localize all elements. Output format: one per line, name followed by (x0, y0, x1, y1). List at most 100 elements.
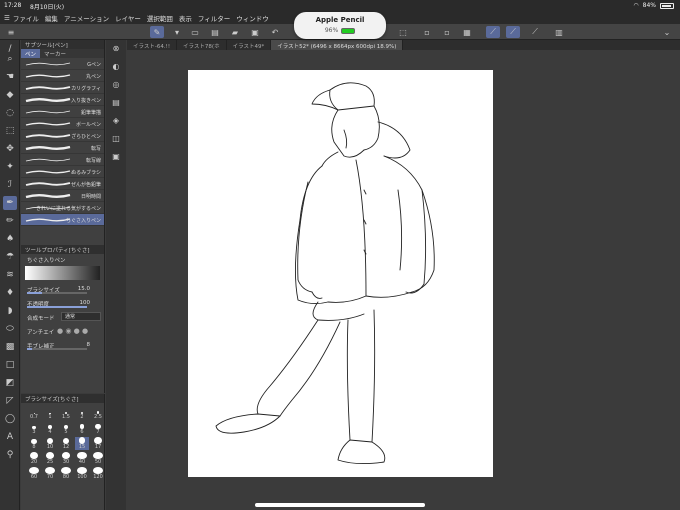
decoration-icon[interactable]: ≋ (3, 268, 17, 282)
grid-icon[interactable]: ▦ (460, 26, 474, 38)
airbrush-icon[interactable]: ☂ (3, 250, 17, 264)
size-preset[interactable]: 30 (59, 452, 73, 465)
brush-size-slider[interactable] (27, 292, 87, 294)
brush-size-row[interactable]: ブラシサイズ 15.0 (21, 282, 104, 296)
ruler-tool-icon[interactable]: ◸ (3, 394, 17, 408)
color-wheel-icon[interactable]: ◎ (110, 78, 122, 90)
stabilization-row[interactable]: 手ブレ補正 8 (21, 338, 104, 352)
zoom-icon[interactable]: ⌕ (3, 52, 17, 66)
size-preset[interactable]: 25 (43, 452, 57, 465)
size-preset[interactable]: 60 (27, 467, 41, 480)
menu-selection[interactable]: 選択範囲 (144, 13, 176, 23)
menu-layer[interactable]: レイヤー (112, 13, 144, 23)
select-icon[interactable]: ⬚ (3, 124, 17, 138)
brush-item[interactable]: ぜんが色鉛筆 (21, 178, 104, 190)
doc-tab[interactable]: イラスト78(ホ (177, 40, 227, 50)
size-preset[interactable]: 10 (43, 437, 57, 450)
eraser-top-icon[interactable]: ◆ (3, 88, 17, 102)
size-preset[interactable]: 2.5 (91, 407, 105, 420)
stabilization-value[interactable]: 8 (87, 342, 91, 348)
ruler-icon[interactable]: ⟋ (528, 26, 542, 38)
folder-icon[interactable]: ▰ (228, 26, 242, 38)
size-preset[interactable]: 5 (59, 422, 73, 435)
collapse-icon[interactable]: ⌄ (660, 26, 674, 38)
hand-icon[interactable]: ☚ (3, 70, 17, 84)
brush-item[interactable]: 丸ペン (21, 70, 104, 82)
menu-animation[interactable]: アニメーション (61, 13, 112, 23)
stack-icon[interactable]: ◫ (110, 132, 122, 144)
layer-icon[interactable]: ▥ (552, 26, 566, 38)
move-icon[interactable]: ✥ (3, 142, 17, 156)
size-preset[interactable]: 1.5 (59, 407, 73, 420)
menu-view[interactable]: 表示 (176, 13, 195, 23)
brush-item[interactable]: ボールペン (21, 118, 104, 130)
figure-icon[interactable]: □ (3, 358, 17, 372)
size-preset[interactable]: 120 (91, 467, 105, 480)
hamburger-icon[interactable]: ≡ (4, 26, 18, 38)
blend-dropdown[interactable]: 通常 (61, 312, 101, 321)
opacity-slider[interactable] (27, 306, 87, 308)
ruler-snap-icon[interactable]: ⟋ (486, 26, 500, 38)
new-file-icon[interactable]: ▭ (188, 26, 202, 38)
antialias-row[interactable]: アンチエイ ● ◉ ● ● (21, 324, 104, 338)
stabilization-slider[interactable] (27, 348, 87, 350)
drawing-canvas[interactable] (188, 70, 493, 477)
opacity-row[interactable]: 不透明度 100 (21, 296, 104, 310)
size-preset[interactable]: 40 (75, 452, 89, 465)
doc-tab[interactable]: イラスト-64.!! (127, 40, 178, 50)
brush-item[interactable]: きれいに塗れる気がするペン (21, 202, 104, 214)
pencil-icon[interactable]: ✏ (3, 214, 17, 228)
menu-edit[interactable]: 編集 (42, 13, 61, 23)
size-preset[interactable]: 50 (91, 452, 105, 465)
size-preset[interactable]: 80 (59, 467, 73, 480)
balloon-icon[interactable]: ◯ (3, 412, 17, 426)
undo-icon[interactable]: ↶ (268, 26, 282, 38)
size-preset[interactable]: 17 (91, 437, 105, 450)
antialias-options-icon[interactable]: ● ◉ ● ● (57, 327, 88, 335)
menu-file[interactable]: ファイル (10, 13, 42, 23)
gradient-icon[interactable]: ▩ (3, 340, 17, 354)
frame-icon[interactable]: ◩ (3, 376, 17, 390)
lasso-icon[interactable]: ◌ (3, 106, 17, 120)
fill-bucket-icon[interactable]: ◗ (3, 304, 17, 318)
layer-property-icon[interactable]: ◈ (110, 114, 122, 126)
brush-item[interactable]: ちぐさ入りペン (21, 214, 104, 226)
size-preset[interactable]: 15 (75, 437, 89, 450)
transform-icon[interactable]: ⬚ (396, 26, 410, 38)
size-preset[interactable]: 100 (75, 467, 89, 480)
tab-marker[interactable]: マーカー (40, 49, 70, 58)
menu-filter[interactable]: フィルター (195, 13, 233, 23)
pen-mode-button[interactable]: ✎ (150, 26, 164, 38)
eraser-icon[interactable]: ⬭ (3, 322, 17, 336)
brush-item[interactable]: 転写線 (21, 154, 104, 166)
clear-icon[interactable]: ▫ (420, 26, 434, 38)
pen-icon[interactable]: ✒ (3, 196, 17, 210)
size-preset[interactable]: 3 (27, 422, 41, 435)
size-preset[interactable]: 6 (75, 422, 89, 435)
fill-icon[interactable]: ▫ (440, 26, 454, 38)
size-preset[interactable]: 20 (27, 452, 41, 465)
home-indicator[interactable] (255, 503, 425, 507)
size-preset[interactable]: 0.7 (27, 407, 41, 420)
blend-icon[interactable]: ♦ (3, 286, 17, 300)
size-preset[interactable]: 12 (59, 437, 73, 450)
correct-line-icon[interactable]: ⚲ (3, 448, 17, 462)
doc-tab-active[interactable]: イラスト52* (6496 x 8664px 600dpi 18.9%) (271, 40, 404, 50)
brush-item[interactable]: 入り抜きペン (21, 94, 104, 106)
brush-item[interactable]: ぬるみブラシ (21, 166, 104, 178)
brush-item[interactable]: 日明時間 (21, 190, 104, 202)
magic-wand-icon[interactable]: ✦ (3, 160, 17, 174)
eyedropper-icon[interactable]: ℐ (3, 178, 17, 192)
blend-row[interactable]: 合成モード 通常 (21, 310, 104, 324)
size-preset[interactable]: 2 (75, 407, 89, 420)
open-file-icon[interactable]: ▤ (208, 26, 222, 38)
brush-item[interactable]: 転写 (21, 142, 104, 154)
size-preset[interactable]: 1 (43, 407, 57, 420)
size-preset[interactable]: 7 (91, 422, 105, 435)
material-icon[interactable]: ◐ (110, 60, 122, 72)
brush-item[interactable]: Gペン (21, 58, 104, 70)
image-icon[interactable]: ▣ (110, 150, 122, 162)
brush-item[interactable]: ざらひとペン (21, 130, 104, 142)
tab-pen[interactable]: ペン (21, 49, 41, 58)
brush-item[interactable]: 鉛筆筆描 (21, 106, 104, 118)
